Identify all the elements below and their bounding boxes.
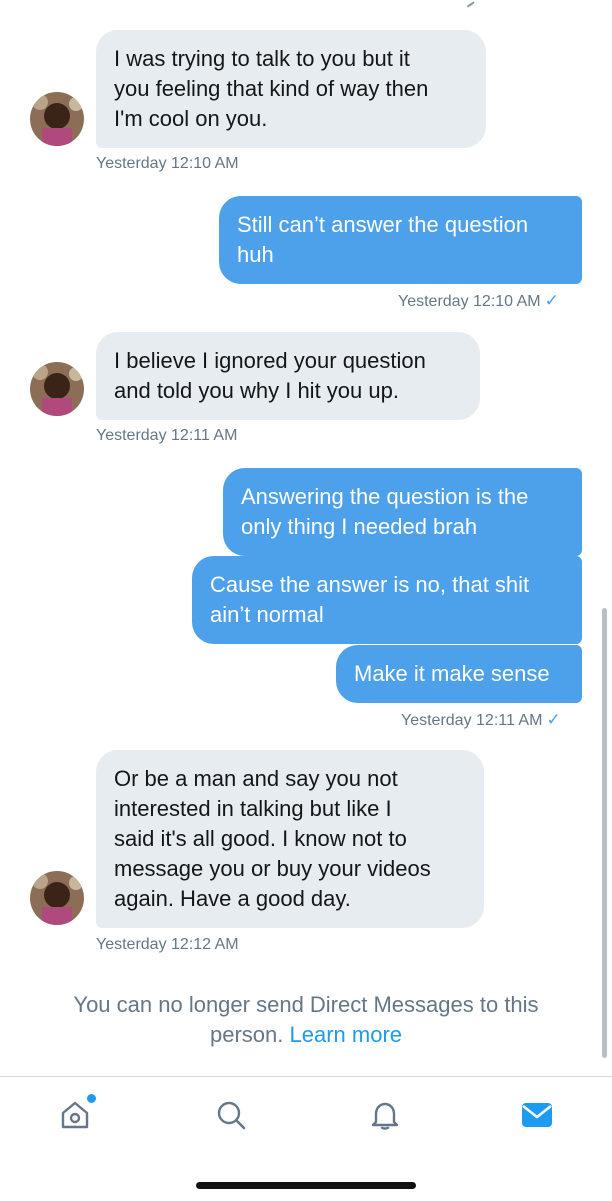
message-bubble-incoming[interactable]: I was trying to talk to you but it you f…	[96, 30, 486, 148]
search-icon	[217, 1101, 246, 1130]
message-bubble-outgoing[interactable]: Cause the answer is no, that shit ain’t …	[192, 556, 582, 644]
message-timestamp: Yesterday 12:11 AM ✓	[401, 710, 561, 730]
home-indicator[interactable]	[196, 1182, 416, 1189]
read-check-icon: ✓	[546, 710, 561, 729]
home-icon	[61, 1101, 89, 1129]
learn-more-link[interactable]: Learn more	[290, 1022, 403, 1047]
message-bubble-incoming[interactable]: I believe I ignored your question and to…	[96, 332, 480, 420]
message-timestamp-text: Yesterday 12:11 AM	[401, 712, 543, 729]
message-timestamp: Yesterday 12:11 AM	[96, 427, 238, 444]
notifications-icon	[371, 1102, 399, 1130]
message-bubble-incoming[interactable]: Or be a man and say you not interested i…	[96, 750, 484, 928]
message-timestamp-text: Yesterday 12:10 AM	[398, 293, 541, 310]
messages-icon	[522, 1103, 552, 1127]
notifications-tab[interactable]	[365, 1095, 405, 1135]
message-bubble-outgoing[interactable]: Answering the question is the only thing…	[223, 468, 582, 556]
message-bubble-outgoing[interactable]: Still can’t answer the question huh	[219, 196, 582, 284]
message-timestamp: Yesterday 12:10 AM	[96, 155, 239, 172]
messages-tab[interactable]	[517, 1095, 557, 1135]
notification-dot	[85, 1092, 98, 1105]
top-scroll-stub	[0, 0, 612, 10]
message-timestamp: Yesterday 12:10 AM ✓	[398, 291, 559, 311]
blocked-notice: You can no longer send Direct Messages t…	[40, 990, 572, 1050]
message-timestamp: Yesterday 12:12 AM	[96, 936, 239, 953]
avatar[interactable]	[30, 92, 84, 146]
message-bubble-outgoing[interactable]: Make it make sense	[336, 645, 582, 703]
search-tab[interactable]	[211, 1095, 251, 1135]
avatar[interactable]	[30, 871, 84, 925]
avatar[interactable]	[30, 362, 84, 416]
read-check-icon	[463, 0, 475, 8]
scrollbar[interactable]	[602, 608, 607, 1058]
read-check-icon: ✓	[544, 291, 559, 310]
